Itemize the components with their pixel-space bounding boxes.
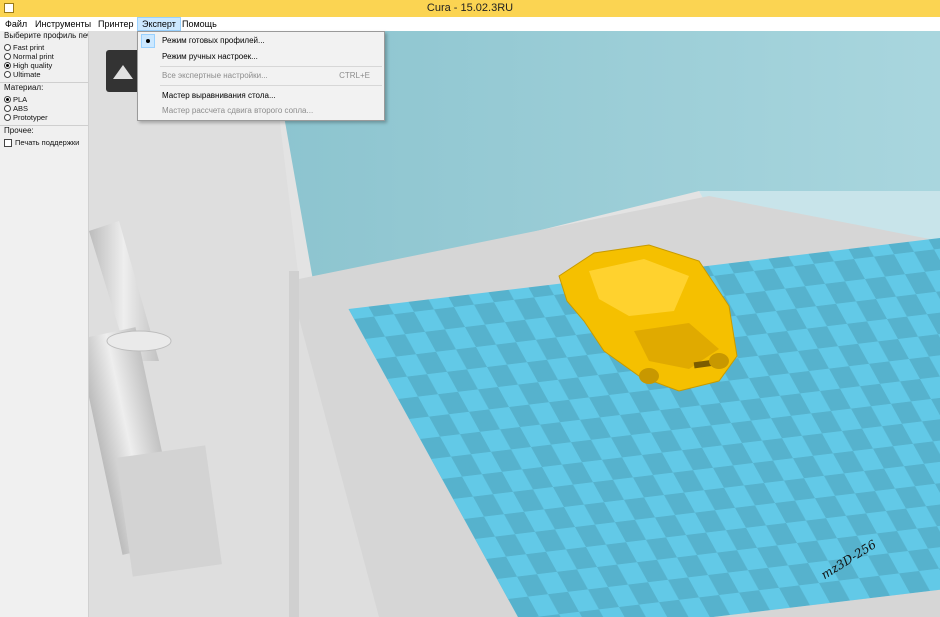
profile-fast-print[interactable]: Fast print [4, 43, 44, 52]
support-label: Печать поддержки [15, 138, 80, 147]
profile-high-quality[interactable]: High quality [4, 61, 52, 70]
radio-icon[interactable] [4, 105, 11, 112]
settings-sidebar: Выберите профиль печ Fast print Normal p… [0, 31, 89, 617]
profile-option-label: Normal print [13, 52, 54, 61]
profile-option-label: Fast print [13, 43, 45, 52]
shortcut-label: CTRL+E [339, 71, 370, 80]
menu-item-profiles-mode[interactable]: Режим готовых профилей... [162, 36, 265, 45]
menu-printer[interactable]: Принтер [94, 17, 138, 31]
support-checkbox[interactable]: Печать поддержки [4, 138, 79, 147]
profile-option-label: Ultimate [13, 70, 41, 79]
radio-icon[interactable] [4, 114, 11, 121]
menu-tools[interactable]: Инструменты [31, 17, 95, 31]
menu-item-bed-leveling[interactable]: Мастер выравнивания стола... [162, 91, 276, 100]
menu-file[interactable]: Файл [1, 17, 31, 31]
profile-normal-print[interactable]: Normal print [4, 52, 54, 61]
radio-icon[interactable] [4, 71, 11, 78]
title-bar: Cura - 15.02.3RU [0, 0, 940, 18]
radio-icon[interactable] [4, 53, 11, 60]
menu-expert[interactable]: Эксперт [137, 17, 181, 31]
other-label: Прочее: [4, 126, 34, 135]
radio-selected-icon[interactable] [4, 62, 11, 69]
profile-option-label: High quality [13, 61, 53, 70]
radio-icon[interactable] [4, 44, 11, 51]
checkbox-icon[interactable] [4, 138, 12, 147]
menu-item-all-expert-settings: Все экспертные настройки... [162, 71, 268, 80]
material-option-label: Prototyper [13, 113, 48, 122]
menu-divider [160, 85, 382, 86]
profile-ultimate[interactable]: Ultimate [4, 70, 41, 79]
material-label: Материал: [4, 83, 44, 92]
expert-menu-dropdown: Режим готовых профилей... Режим ручных н… [137, 31, 385, 121]
material-abs[interactable]: ABS [4, 104, 28, 113]
material-prototyper[interactable]: Prototyper [4, 113, 48, 122]
material-pla[interactable]: PLA [4, 95, 27, 104]
material-option-label: ABS [13, 104, 29, 113]
radio-selected-icon[interactable] [4, 96, 11, 103]
menu-help[interactable]: Помощь [178, 17, 221, 31]
menu-divider [160, 66, 382, 67]
material-option-label: PLA [13, 95, 28, 104]
menu-item-nozzle-offset: Мастер рассчета сдвига второго сопла... [162, 106, 314, 115]
window-title: Cura - 15.02.3RU [426, 2, 514, 14]
checked-bullet-icon [141, 34, 155, 48]
menu-item-manual-mode[interactable]: Режим ручных настроек... [162, 52, 258, 61]
profile-label: Выберите профиль печ [4, 31, 89, 40]
menu-bar: Файл Инструменты Принтер Эксперт Помощь [0, 17, 940, 31]
